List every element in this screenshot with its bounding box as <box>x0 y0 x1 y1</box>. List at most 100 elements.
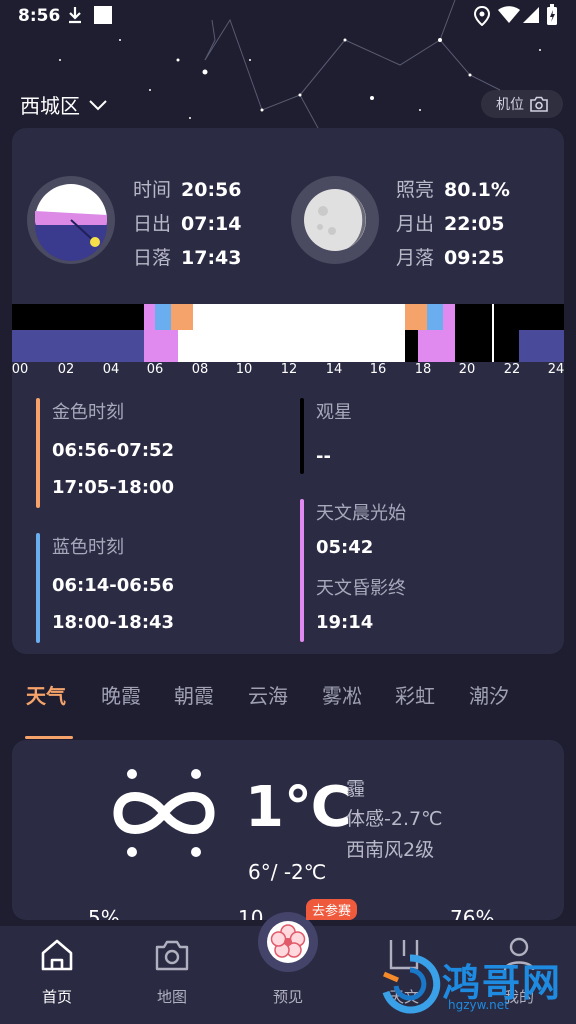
tick-label: 24 <box>547 362 565 377</box>
timeline-moon-evening <box>519 330 564 362</box>
astro-dawn-value: 05:42 <box>316 537 374 558</box>
moon-illumination-label: 照亮 <box>396 179 435 201</box>
watermark-logo: 鸿哥网 hgzyw.net <box>378 950 576 1020</box>
astro-dawn-label: 天文晨光始 <box>316 503 406 524</box>
timeline-daylight <box>193 304 405 362</box>
sunset-row: 日落 17:43 <box>133 243 242 270</box>
partial-stat-left: 5% <box>88 906 120 920</box>
tick-label: 10 <box>235 362 253 377</box>
golden-hour-evening: 17:05-18:00 <box>52 477 175 498</box>
nav-map-label: 地图 <box>156 988 187 1006</box>
stargazing-label: 观星 <box>316 402 352 423</box>
daylight-timeline[interactable] <box>12 304 564 362</box>
golden-hour-morning: 06:56-07:52 <box>52 440 175 461</box>
tab-rime[interactable]: 雾凇 <box>322 680 362 709</box>
tick-label: 20 <box>458 362 476 377</box>
moonset-label: 月落 <box>396 247 435 269</box>
category-tabs: 天气 晚霞 朝霞 云海 雾凇 彩虹 潮汐 <box>0 680 576 720</box>
moonrise-value: 22:05 <box>444 213 505 235</box>
tick-label: 22 <box>503 362 521 377</box>
tick-label: 18 <box>414 362 432 377</box>
tick-label: 02 <box>57 362 75 377</box>
tick-label: 04 <box>102 362 120 377</box>
timeline-blue-morning <box>155 304 171 330</box>
tick-label: 08 <box>191 362 209 377</box>
tab-rainbow[interactable]: 彩虹 <box>395 680 435 709</box>
timeline-golden-morning <box>171 304 193 330</box>
tab-tide[interactable]: 潮汐 <box>469 680 509 709</box>
current-temperature: 1℃ <box>245 775 352 840</box>
tab-weather[interactable]: 天气 <box>26 680 66 709</box>
sunset-value: 17:43 <box>181 247 242 269</box>
timeline-astro-dusk <box>418 330 455 362</box>
location-selector[interactable]: 西城区 <box>20 90 108 119</box>
moonset-row: 月落 09:25 <box>396 243 505 270</box>
current-time-row: 时间 20:56 <box>133 175 242 202</box>
chevron-down-icon <box>89 99 107 110</box>
blue-hour-bar <box>36 533 40 643</box>
stargazing-section: 观星 -- <box>300 398 352 474</box>
active-tab-indicator <box>25 736 73 739</box>
astro-dusk-value: 19:14 <box>316 612 374 633</box>
sunrise-value: 07:14 <box>181 213 242 235</box>
camera-spot-button[interactable]: 机位 <box>481 90 563 118</box>
location-name: 西城区 <box>20 94 80 118</box>
blue-hour-section: 蓝色时刻 06:14-06:56 18:00-18:43 <box>36 533 174 643</box>
timeline-blue-evening <box>427 304 443 330</box>
blue-hour-evening: 18:00-18:43 <box>52 612 175 633</box>
tab-sunset-glow[interactable]: 晚霞 <box>101 680 141 709</box>
watermark-swirl-icon <box>382 954 441 1014</box>
astro-dusk-label: 天文昏影终 <box>316 578 406 599</box>
blue-hour-label: 蓝色时刻 <box>52 537 124 558</box>
golden-hour-section: 金色时刻 06:56-07:52 17:05-18:00 <box>36 398 174 508</box>
partial-stat-mid: 10 <box>238 906 264 920</box>
notification-icon <box>94 6 112 24</box>
moon-phase-icon <box>291 176 379 264</box>
tab-sea-of-clouds[interactable]: 云海 <box>248 680 288 709</box>
moonset-value: 09:25 <box>444 247 505 269</box>
haze-weather-icon <box>113 769 215 857</box>
timeline-hour-ticks: 00 02 04 06 08 10 12 14 16 18 20 22 24 <box>0 362 576 382</box>
timeline-moon-morning <box>12 330 144 362</box>
wind-info: 西南风2级 <box>346 839 435 861</box>
status-bar: 8:56 <box>0 0 576 32</box>
moonrise-row: 月出 22:05 <box>396 209 505 236</box>
watermark-subtext: hgzyw.net <box>448 998 509 1012</box>
partial-stat-right: 76% <box>450 906 495 920</box>
cellular-icon <box>523 7 539 23</box>
moon-illumination-value: 80.1% <box>444 179 510 201</box>
preview-center-button[interactable] <box>258 912 318 972</box>
download-icon <box>69 7 81 24</box>
nav-preview-label: 预见 <box>272 988 303 1006</box>
current-time-value: 20:56 <box>181 179 242 201</box>
location-status-icon <box>474 6 490 26</box>
tick-label: 12 <box>280 362 298 377</box>
temperature-range: 6°/ -2℃ <box>248 860 327 884</box>
battery-icon <box>547 4 557 25</box>
astro-twilight-section: 天文晨光始 05:42 天文昏影终 19:14 <box>300 499 406 642</box>
status-time: 8:56 <box>18 6 61 26</box>
moonrise-label: 月出 <box>396 213 435 235</box>
golden-hour-label: 金色时刻 <box>52 402 124 423</box>
wifi-icon <box>498 6 520 23</box>
nav-home-label: 首页 <box>41 988 72 1006</box>
feels-like: 体感-2.7℃ <box>346 808 443 830</box>
tick-label: 14 <box>325 362 343 377</box>
sun-position-dial <box>27 176 115 264</box>
timeline-golden-evening <box>405 304 427 330</box>
tick-label: 06 <box>146 362 164 377</box>
golden-hour-bar <box>36 398 40 508</box>
moon-illumination-row: 照亮 80.1% <box>396 175 510 202</box>
blue-hour-morning: 06:14-06:56 <box>52 575 175 596</box>
camera-icon <box>155 940 189 971</box>
camera-icon <box>530 96 548 112</box>
contest-badge[interactable]: 去参赛 <box>306 899 358 920</box>
flower-icon <box>267 921 309 963</box>
sunrise-row: 日出 07:14 <box>133 209 242 236</box>
weather-card: 1℃ 霾 体感-2.7℃ 西南风2级 6°/ -2℃ 5% 10 76% <box>12 740 564 920</box>
astro-twilight-bar <box>300 499 304 642</box>
stargazing-value: -- <box>316 446 331 467</box>
tab-sunrise-glow[interactable]: 朝霞 <box>174 680 214 709</box>
current-time-label: 时间 <box>133 179 172 201</box>
camera-spot-label: 机位 <box>496 97 524 113</box>
